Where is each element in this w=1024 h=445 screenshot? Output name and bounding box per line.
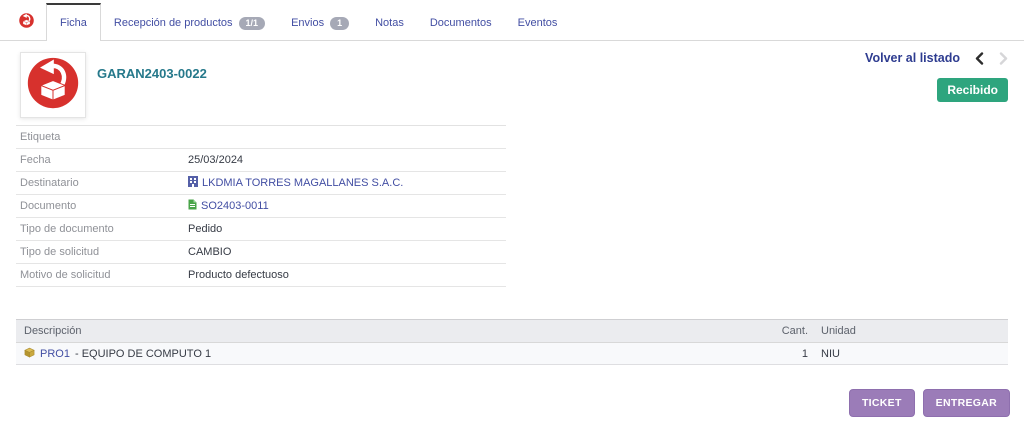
product-lines-table: Descripción Cant. Unidad PRO1 - EQUIPO D… [16, 319, 1008, 365]
column-header-unit: Unidad [821, 325, 856, 337]
field-value: Pedido [188, 223, 223, 235]
field-label: Documento [20, 200, 77, 212]
line-qty: 1 [801, 347, 808, 360]
chevron-left-icon[interactable] [975, 51, 984, 65]
tab-label: Eventos [517, 17, 558, 29]
chevron-right-icon [999, 51, 1008, 65]
field-label: Destinatario [20, 177, 79, 189]
field-label: Tipo de solicitud [20, 246, 100, 258]
tab-notas[interactable]: Notas [362, 6, 417, 40]
return-card-page: Ficha Recepción de productos 1/1 Envios … [0, 0, 1024, 445]
field-row-motivo-solicitud: Motivo de solicitud Producto defectuoso [16, 264, 506, 287]
tab-label: Ficha [60, 16, 87, 29]
recipient-link[interactable]: LKDMIA TORRES MAGALLANES S.A.C. [202, 177, 403, 189]
field-row-documento: Documento SO2403-0011 [16, 195, 506, 218]
table-row: PRO1 - EQUIPO DE COMPUTO 1 1 NIU [16, 343, 1008, 365]
package-return-icon [27, 57, 79, 114]
field-label: Tipo de documento [20, 223, 114, 235]
field-row-tipo-documento: Tipo de documento Pedido [16, 218, 506, 241]
document-icon [188, 199, 197, 213]
action-buttons: TICKET ENTREGAR [848, 389, 1010, 417]
column-header-qty: Cant. [781, 325, 808, 337]
field-row-destinatario: Destinatario LKDMIA TORRES MAGALLANES S.… [16, 172, 506, 195]
tab-eventos[interactable]: Eventos [505, 6, 571, 40]
tab-bar: Ficha Recepción de productos 1/1 Envios … [0, 0, 1024, 41]
field-value: CAMBIO [188, 246, 232, 258]
tab-label: Recepción de productos [113, 17, 233, 29]
field-row-etiqueta: Etiqueta [16, 126, 506, 149]
module-logo-card [20, 52, 86, 118]
column-header-description: Descripción [24, 325, 82, 337]
field-row-tipo-solicitud: Tipo de solicitud CAMBIO [16, 241, 506, 264]
product-link[interactable]: PRO1 [40, 348, 70, 360]
field-label: Fecha [20, 154, 51, 166]
tab-envios[interactable]: Envios 1 [278, 6, 362, 40]
back-to-list-link[interactable]: Volver al listado [865, 51, 960, 65]
field-value: 25/03/2024 [188, 154, 244, 166]
line-unit: NIU [821, 347, 840, 360]
tab-count-badge: 1/1 [238, 16, 266, 30]
field-value: Producto defectuoso [188, 269, 289, 281]
list-navigation: Volver al listado [865, 51, 1008, 65]
building-icon [188, 176, 198, 190]
status-badge: Recibido [937, 78, 1008, 102]
product-description: - EQUIPO DE COMPUTO 1 [74, 347, 212, 360]
source-document-link[interactable]: SO2403-0011 [201, 200, 269, 212]
main-content: GARAN2403-0022 Volver al listado Recibid… [0, 41, 1024, 445]
field-label: Etiqueta [20, 131, 61, 143]
tab-documentos[interactable]: Documentos [417, 6, 505, 40]
tab-count-badge: 1 [330, 16, 350, 30]
deliver-button[interactable]: ENTREGAR [922, 389, 1010, 417]
page-title-reference: GARAN2403-0022 [97, 66, 207, 81]
package-return-icon-small [19, 13, 34, 28]
ticket-button[interactable]: TICKET [848, 389, 915, 417]
record-fields: Etiqueta Fecha 25/03/2024 Destinatario L… [16, 125, 506, 287]
tab-recepcion-de-productos[interactable]: Recepción de productos 1/1 [101, 6, 278, 40]
tab-label: Notas [375, 17, 404, 29]
table-header-row: Descripción Cant. Unidad [16, 320, 1008, 343]
field-row-fecha: Fecha 25/03/2024 [16, 149, 506, 172]
field-label: Motivo de solicitud [20, 269, 111, 281]
cube-icon [24, 347, 35, 361]
tab-ficha[interactable]: Ficha [46, 3, 101, 41]
tab-label: Documentos [429, 17, 492, 29]
tab-label: Envios [291, 17, 325, 29]
